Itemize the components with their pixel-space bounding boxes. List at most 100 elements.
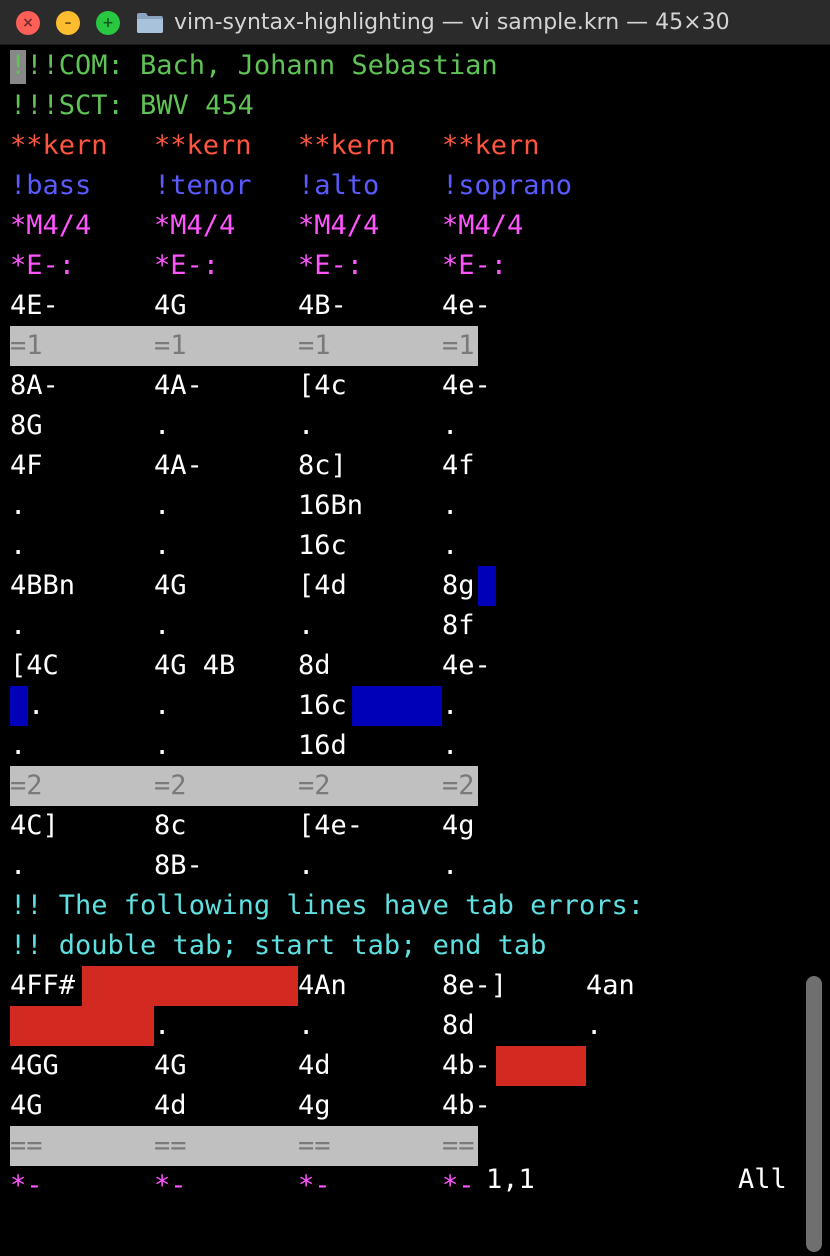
scroll-position: All	[738, 1164, 787, 1195]
zoom-icon: +	[102, 15, 114, 31]
spine-token: 4G	[10, 1090, 43, 1121]
spine-token: =1	[298, 330, 331, 361]
spine-token: *E-:	[442, 250, 508, 281]
spine-token: 8g	[442, 570, 475, 601]
spine-token: 4G	[154, 290, 187, 321]
scrollbar-thumb[interactable]	[806, 976, 822, 1252]
spine-token: .	[10, 490, 27, 521]
minimize-icon: –	[64, 15, 72, 31]
spine-token: .	[442, 690, 459, 721]
spine-token: 4G 4B	[154, 650, 236, 681]
spine-token: 4g	[442, 810, 475, 841]
minimize-window-button[interactable]: –	[56, 11, 80, 35]
spine-token: !bass	[10, 170, 92, 201]
spine-token: 8e-]	[442, 970, 508, 1001]
spine-token: 4An	[298, 970, 347, 1001]
spine-token: 4A-	[154, 370, 203, 401]
spine-token: 4b-	[442, 1090, 491, 1121]
spine-token: .	[442, 490, 459, 521]
spine-token: 16d	[298, 730, 347, 761]
tab-highlight	[478, 566, 496, 606]
spine-token: 8c]	[298, 450, 347, 481]
spine-token: 8f	[442, 610, 475, 641]
line-text: !! The following lines have tab errors:	[10, 890, 644, 921]
spine-token: 8c	[154, 810, 187, 841]
close-icon: ×	[22, 15, 34, 31]
spine-token: *M4/4	[442, 210, 524, 241]
spine-token: *E-:	[298, 250, 364, 281]
spine-token: !tenor	[154, 170, 252, 201]
window-titlebar: × – + vim-syntax-highlighting — vi sampl…	[0, 0, 830, 45]
spine-token: =1	[10, 330, 43, 361]
spine-token: 4C]	[10, 810, 59, 841]
tab-error-highlight	[10, 1006, 154, 1046]
spine-token: =2	[154, 770, 187, 801]
spine-token: .	[298, 850, 315, 881]
spine-token: .	[154, 1010, 171, 1041]
spine-token: .	[10, 850, 27, 881]
spine-token: .	[154, 490, 171, 521]
spine-token: **kern	[10, 130, 108, 161]
spine-token: .	[442, 850, 459, 881]
spine-token: 4G	[154, 1050, 187, 1081]
spine-token: 4F	[10, 450, 43, 481]
spine-token: 4an	[586, 970, 635, 1001]
spine-token: 4b-	[442, 1050, 491, 1081]
spine-token: .	[298, 610, 315, 641]
spine-token: =1	[154, 330, 187, 361]
spine-token: =2	[10, 770, 43, 801]
tab-error-highlight	[82, 966, 298, 1006]
spine-token: =2	[298, 770, 331, 801]
spine-token: 4A-	[154, 450, 203, 481]
spine-token: .	[154, 410, 171, 441]
spine-token: 4f	[442, 450, 475, 481]
spine-token: 4e-	[442, 650, 491, 681]
spine-token: **kern	[298, 130, 396, 161]
spine-token: *M4/4	[154, 210, 236, 241]
line-text: !!!COM: Bach, Johann Sebastian	[10, 50, 498, 81]
spine-token: .	[154, 530, 171, 561]
spine-token: 4e-	[442, 370, 491, 401]
spine-token: *M4/4	[298, 210, 380, 241]
spine-token: .	[298, 410, 315, 441]
tab-highlight	[10, 686, 28, 726]
spine-token: 4BBn	[10, 570, 76, 601]
spine-token: 8A-	[10, 370, 59, 401]
spine-token: 16c	[298, 690, 347, 721]
cursor-position: 1,1	[486, 1164, 535, 1195]
spine-token: *M4/4	[10, 210, 92, 241]
spine-token: 8d	[442, 1010, 475, 1041]
spine-token: 4d	[298, 1050, 331, 1081]
window-title: vim-syntax-highlighting — vi sample.krn …	[174, 10, 730, 35]
spine-token: .	[154, 690, 171, 721]
spine-token: .	[28, 690, 45, 721]
spine-token: 4G	[154, 570, 187, 601]
spine-token: [4c	[298, 370, 347, 401]
zoom-window-button[interactable]: +	[96, 11, 120, 35]
spine-token: 4e-	[442, 290, 491, 321]
close-window-button[interactable]: ×	[16, 11, 40, 35]
spine-token: *E-:	[154, 250, 220, 281]
spine-token: [4C	[10, 650, 59, 681]
spine-token: .	[154, 730, 171, 761]
spine-token: .	[442, 410, 459, 441]
spine-token: 8B-	[154, 850, 203, 881]
spine-token: 4GG	[10, 1050, 59, 1081]
spine-token: =1	[442, 330, 475, 361]
spine-token: 8d	[298, 650, 331, 681]
vim-status-line: 1,1 All	[0, 1160, 800, 1200]
spine-token: [4d	[298, 570, 347, 601]
line-text: !!!SCT: BWV 454	[10, 90, 254, 121]
spine-token: 4E-	[10, 290, 59, 321]
spine-token: .	[586, 1010, 603, 1041]
spine-token: 16c	[298, 530, 347, 561]
spine-token: **kern	[154, 130, 252, 161]
spine-token: [4e-	[298, 810, 364, 841]
spine-token: 4B-	[298, 290, 347, 321]
line-text: !! double tab; start tab; end tab	[10, 930, 547, 961]
spine-token: .	[442, 530, 459, 561]
spine-token: =2	[442, 770, 475, 801]
spine-token: !alto	[298, 170, 380, 201]
spine-token: .	[154, 610, 171, 641]
tab-error-highlight	[496, 1046, 586, 1086]
